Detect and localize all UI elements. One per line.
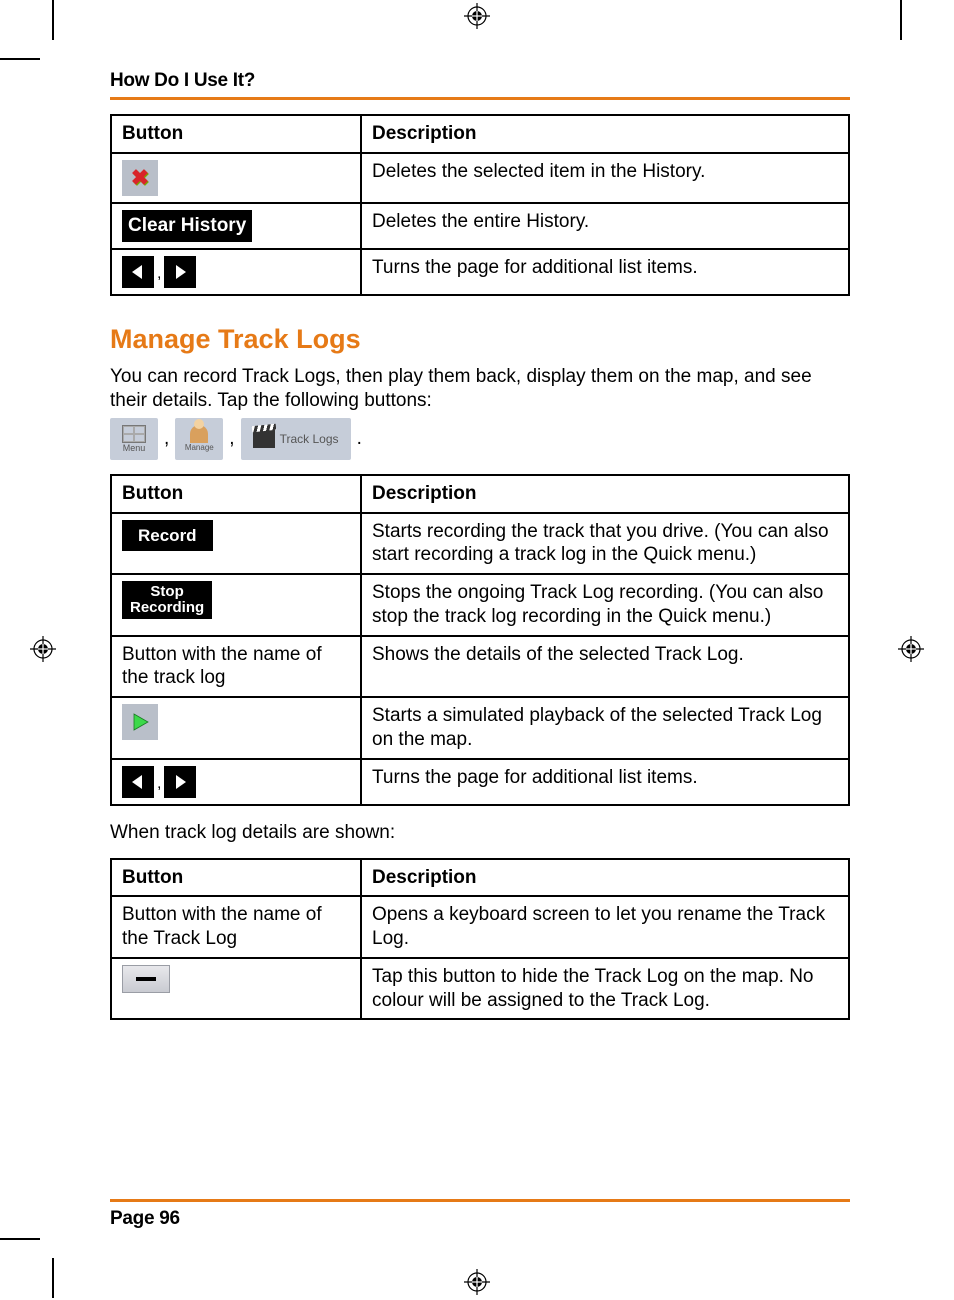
desc-cell: Starts a simulated playback of the selec… <box>361 697 849 759</box>
separator-comma: , <box>164 428 169 450</box>
desc-cell: Tap this button to hide the Track Log on… <box>361 958 849 1020</box>
col-header-description: Description <box>361 115 849 153</box>
col-header-description: Description <box>361 859 849 897</box>
crop-mark <box>0 58 40 60</box>
stop-recording-button-cell: StopRecording <box>111 574 361 636</box>
section-heading: Manage Track Logs <box>110 324 850 355</box>
table-header-row: Button Description <box>111 115 849 153</box>
manage-button-icon: Manage <box>175 418 223 460</box>
col-header-button: Button <box>111 475 361 513</box>
table-row: Record Starts recording the track that y… <box>111 513 849 575</box>
prev-page-icon <box>122 256 154 288</box>
prev-page-icon <box>122 766 154 798</box>
col-header-button: Button <box>111 859 361 897</box>
record-button: Record <box>122 520 213 551</box>
delete-item-button-cell: ✖ <box>111 153 361 203</box>
next-page-icon <box>164 256 196 288</box>
play-icon <box>122 704 158 740</box>
intermission-text: When track log details are shown: <box>110 822 850 844</box>
registration-mark-icon <box>30 636 56 662</box>
registration-mark-icon <box>464 1269 490 1295</box>
crop-mark <box>52 0 54 40</box>
desc-cell: Turns the page for additional list items… <box>361 759 849 805</box>
separator-comma: , <box>157 264 161 296</box>
history-buttons-table: Button Description ✖ Deletes the selecte… <box>110 114 850 296</box>
menu-button-icon: Menu <box>110 418 158 460</box>
breadcrumb: Menu , Manage , Track Logs . <box>110 418 850 460</box>
registration-mark-icon <box>898 636 924 662</box>
page-footer: Page 96 <box>110 1199 850 1230</box>
registration-mark-icon <box>464 3 490 29</box>
table-row: Button with the name of the Track Log Op… <box>111 896 849 958</box>
table-row: Button with the name of the track log Sh… <box>111 636 849 698</box>
table-row: , Turns the page for additional list ite… <box>111 249 849 295</box>
tracklogs-button-icon: Track Logs <box>241 418 351 460</box>
separator-comma: , <box>229 428 234 450</box>
col-header-description: Description <box>361 475 849 513</box>
table-row: Starts a simulated playback of the selec… <box>111 697 849 759</box>
desc-cell: Deletes the entire History. <box>361 203 849 249</box>
page-nav-buttons: , <box>122 256 196 288</box>
separator-comma: , <box>157 774 161 806</box>
col-header-button: Button <box>111 115 361 153</box>
desc-cell: Shows the details of the selected Track … <box>361 636 849 698</box>
table-row: ✖ Deletes the selected item in the Histo… <box>111 153 849 203</box>
named-tracklog-button-cell: Button with the name of the track log <box>111 636 361 698</box>
terminal-period: . <box>357 428 362 450</box>
desc-cell: Opens a keyboard screen to let you renam… <box>361 896 849 958</box>
tracklog-details-table: Button Description Button with the name … <box>110 858 850 1021</box>
clear-history-button: Clear History <box>122 210 252 242</box>
page-nav-buttons: , <box>122 766 196 798</box>
menu-label: Menu <box>123 443 146 453</box>
page-nav-button-cell: , <box>111 249 361 295</box>
desc-cell: Starts recording the track that you driv… <box>361 513 849 575</box>
desc-cell: Stops the ongoing Track Log recording. (… <box>361 574 849 636</box>
tracklog-buttons-table: Button Description Record Starts recordi… <box>110 474 850 806</box>
record-button-cell: Record <box>111 513 361 575</box>
crop-mark <box>900 0 902 40</box>
page-number: Page 96 <box>110 1208 180 1229</box>
hide-tracklog-button-cell <box>111 958 361 1020</box>
table-row: StopRecording Stops the ongoing Track Lo… <box>111 574 849 636</box>
running-head: How Do I Use It? <box>110 70 850 100</box>
playback-button-cell <box>111 697 361 759</box>
crop-mark <box>52 1258 54 1298</box>
tracklogs-label: Track Logs <box>280 432 339 446</box>
table-row: , Turns the page for additional list ite… <box>111 759 849 805</box>
table-row: Tap this button to hide the Track Log on… <box>111 958 849 1020</box>
clear-history-button-cell: Clear History <box>111 203 361 249</box>
page-content: How Do I Use It? Button Description ✖ De… <box>110 70 850 1020</box>
hide-tracklog-icon <box>122 965 170 993</box>
table-header-row: Button Description <box>111 859 849 897</box>
table-header-row: Button Description <box>111 475 849 513</box>
named-tracklog-button-cell: Button with the name of the Track Log <box>111 896 361 958</box>
next-page-icon <box>164 766 196 798</box>
section-intro: You can record Track Logs, then play the… <box>110 365 850 414</box>
page-nav-button-cell: , <box>111 759 361 805</box>
table-row: Clear History Deletes the entire History… <box>111 203 849 249</box>
crop-mark <box>0 1238 40 1240</box>
delete-item-icon: ✖ <box>122 160 158 196</box>
stop-recording-button: StopRecording <box>122 581 212 619</box>
manage-label: Manage <box>185 443 214 452</box>
desc-cell: Turns the page for additional list items… <box>361 249 849 295</box>
desc-cell: Deletes the selected item in the History… <box>361 153 849 203</box>
